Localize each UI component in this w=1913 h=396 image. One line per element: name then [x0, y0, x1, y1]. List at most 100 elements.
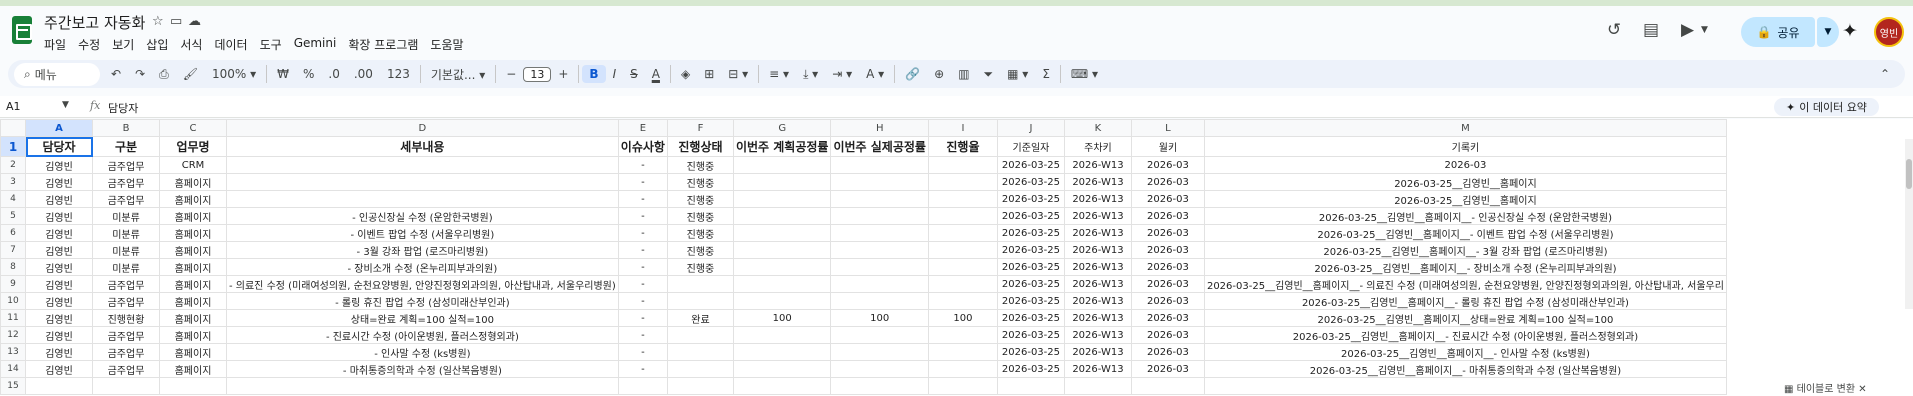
cell[interactable]: 2026-03: [1130, 309, 1205, 327]
cell[interactable]: 2026-03-25__김영빈__홈페이지__- 롤링 휴진 팝업 수정 (삼성…: [1203, 292, 1727, 310]
cell[interactable]: -: [617, 326, 668, 344]
avatar[interactable]: 영빈: [1874, 17, 1904, 47]
sheets-logo-icon[interactable]: [12, 16, 32, 44]
cell[interactable]: 2026-W13: [1063, 343, 1132, 361]
fill-color-icon[interactable]: ◈: [674, 67, 697, 81]
row-header[interactable]: 1: [0, 136, 26, 157]
undo-icon[interactable]: ↶: [104, 67, 128, 81]
cell[interactable]: [927, 292, 998, 310]
cell[interactable]: 미분류: [92, 224, 160, 242]
cell[interactable]: [732, 258, 832, 276]
cell[interactable]: 진행중: [666, 224, 734, 242]
header-cell[interactable]: 주차키: [1063, 136, 1132, 157]
cell[interactable]: [927, 326, 998, 344]
functions-icon[interactable]: Σ: [1035, 67, 1057, 81]
cell[interactable]: 2026-03-25__김영빈__홈페이지__- 장비소개 수정 (온누리피부과…: [1203, 258, 1727, 276]
cell[interactable]: 홈페이지: [159, 190, 227, 208]
menu-item[interactable]: 수정: [78, 36, 106, 53]
cell[interactable]: 2026-03-25__김영빈__홈페이지__- 인사말 수정 (ks병원): [1203, 343, 1727, 361]
cell[interactable]: [830, 173, 929, 191]
cell[interactable]: -: [617, 241, 668, 259]
header-cell[interactable]: 담당자: [25, 136, 93, 157]
cell[interactable]: 2026-03-25: [996, 343, 1065, 361]
cell[interactable]: 김영빈: [25, 292, 93, 310]
cell[interactable]: [226, 377, 619, 395]
cell[interactable]: 김영빈: [25, 224, 93, 242]
name-box[interactable]: A1: [6, 100, 21, 113]
cell[interactable]: 2026-03-25__김영빈__홈페이지: [1203, 173, 1727, 191]
row-header[interactable]: 14: [0, 360, 26, 378]
cell[interactable]: 2026-W13: [1063, 258, 1132, 276]
meet-icon[interactable]: ▶: [1681, 20, 1694, 40]
cell[interactable]: 2026-03: [1130, 224, 1205, 242]
zoom-select[interactable]: 100% ▾: [205, 67, 263, 81]
cell[interactable]: 상태=완료 계획=100 실적=100: [226, 309, 619, 327]
cell[interactable]: 100: [927, 309, 998, 327]
column-header[interactable]: L: [1130, 119, 1205, 137]
cell[interactable]: 2026-03: [1130, 156, 1205, 174]
cell[interactable]: 김영빈: [25, 156, 93, 174]
column-header[interactable]: F: [666, 119, 734, 137]
cell[interactable]: -: [617, 173, 668, 191]
cell[interactable]: [666, 377, 734, 395]
cell[interactable]: 2026-03: [1130, 343, 1205, 361]
cell[interactable]: - 3월 강좌 팝업 (로즈마리병원): [226, 241, 619, 259]
formula-input[interactable]: 담당자: [108, 100, 138, 116]
cell[interactable]: 2026-03: [1130, 326, 1205, 344]
cell[interactable]: 2026-03: [1130, 258, 1205, 276]
cell[interactable]: 2026-03: [1130, 275, 1205, 293]
cell[interactable]: [927, 173, 998, 191]
cell[interactable]: 2026-03-25__김영빈__홈페이지: [1203, 190, 1727, 208]
cell[interactable]: -: [617, 224, 668, 242]
cell[interactable]: 홈페이지: [159, 258, 227, 276]
cell[interactable]: 2026-03-25: [996, 241, 1065, 259]
row-header[interactable]: 4: [0, 190, 26, 208]
row-header[interactable]: 12: [0, 326, 26, 344]
name-box-chevron-icon[interactable]: ▼: [62, 100, 69, 110]
cell[interactable]: 미분류: [92, 258, 160, 276]
column-header[interactable]: H: [830, 119, 929, 137]
cell[interactable]: -: [617, 275, 668, 293]
column-header[interactable]: D: [226, 119, 619, 137]
cell[interactable]: 2026-03-25: [996, 173, 1065, 191]
cell[interactable]: [732, 360, 832, 378]
cell[interactable]: [1130, 377, 1205, 395]
cell[interactable]: [732, 207, 832, 225]
cell[interactable]: 2026-03-25__김영빈__홈페이지__- 의료진 수정 (미래여성의원,…: [1203, 275, 1727, 293]
move-folder-icon[interactable]: ▭: [170, 14, 182, 29]
cell[interactable]: 김영빈: [25, 309, 93, 327]
cell[interactable]: 2026-03: [1130, 190, 1205, 208]
text-wrap-icon[interactable]: ⇥ ▾: [825, 67, 859, 81]
cell[interactable]: 진행중: [666, 190, 734, 208]
cell[interactable]: - 인공신장실 수정 (운암한국병원): [226, 207, 619, 225]
history-icon[interactable]: ↺: [1607, 20, 1621, 40]
column-header[interactable]: E: [617, 119, 668, 137]
header-cell[interactable]: 월키: [1130, 136, 1205, 157]
cloud-status-icon[interactable]: ☁: [188, 14, 201, 29]
cell[interactable]: 2026-03-25__김영빈__홈페이지__- 진료시간 수정 (아이운병원,…: [1203, 326, 1727, 344]
cell[interactable]: [732, 241, 832, 259]
select-all-corner[interactable]: [0, 119, 26, 137]
vertical-align-icon[interactable]: ⤓ ▾: [796, 67, 825, 82]
cell[interactable]: 진행중: [666, 173, 734, 191]
cell[interactable]: -: [617, 343, 668, 361]
cell[interactable]: 홈페이지: [159, 224, 227, 242]
cell[interactable]: 2026-03: [1203, 156, 1727, 174]
cell[interactable]: [666, 343, 734, 361]
collapse-toolbar-icon[interactable]: ⌃: [1873, 67, 1897, 81]
cell[interactable]: [927, 207, 998, 225]
header-cell[interactable]: 진행율: [927, 136, 998, 157]
document-title[interactable]: 주간보고 자동화: [44, 12, 145, 33]
cell[interactable]: 미분류: [92, 241, 160, 259]
gemini-sparkle-icon[interactable]: ✦: [1842, 20, 1858, 42]
cell[interactable]: 홈페이지: [159, 360, 227, 378]
cell[interactable]: 2026-03: [1130, 360, 1205, 378]
cell[interactable]: -: [617, 309, 668, 327]
cell[interactable]: 2026-W13: [1063, 224, 1132, 242]
cell[interactable]: [732, 190, 832, 208]
cell[interactable]: 2026-03-25: [996, 292, 1065, 310]
cell[interactable]: 2026-03: [1130, 173, 1205, 191]
cell[interactable]: [666, 275, 734, 293]
cell[interactable]: [666, 360, 734, 378]
text-color-button[interactable]: A: [645, 67, 667, 81]
